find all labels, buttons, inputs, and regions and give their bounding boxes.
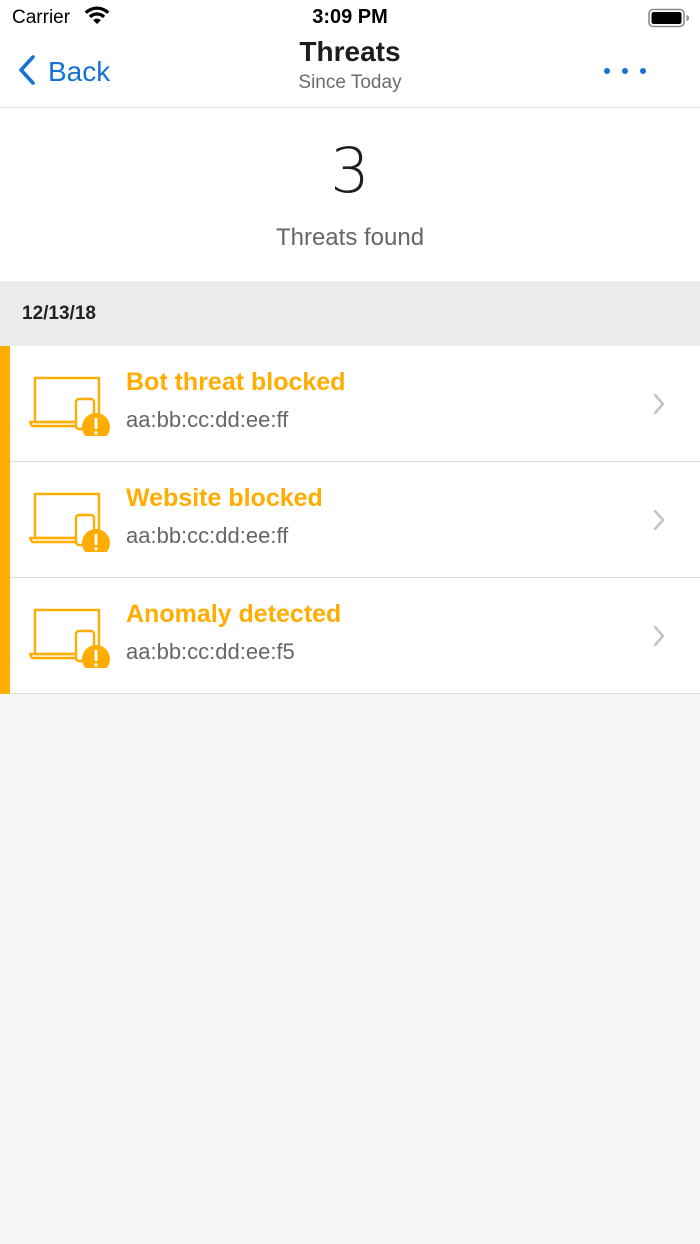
warning-accent-bar [0,578,10,694]
threat-row[interactable]: Bot threat blocked aa:bb:cc:dd:ee:ff [0,346,700,462]
threat-mac-address: aa:bb:cc:dd:ee:ff [126,523,289,548]
status-time: 3:09 PM [312,6,388,28]
threat-count-label: Threats found [275,224,425,251]
dot [604,68,610,74]
threat-title: Website blocked [126,484,323,512]
device-warning-icon [28,492,114,557]
dot [622,68,628,74]
threat-mac-address: aa:bb:cc:dd:ee:f5 [126,639,295,664]
chevron-right-icon [652,508,666,537]
section-date: 12/13/18 [22,303,96,324]
more-dots-icon[interactable] [604,62,646,80]
chevron-right-icon [652,624,666,653]
dot [640,68,646,74]
battery-icon [648,8,690,33]
threat-title: Anomaly detected [126,600,342,628]
status-bar: Carrier 3:09 PM [0,0,700,36]
threat-mac-address: aa:bb:cc:dd:ee:ff [126,407,289,432]
threat-row[interactable]: Website blocked aa:bb:cc:dd:ee:ff [0,462,700,578]
threat-summary: 3 Threats found [0,108,700,281]
chevron-right-icon [652,392,666,421]
warning-accent-bar [0,346,10,462]
page-subtitle: Since Today [298,72,402,93]
device-warning-icon [28,376,114,441]
page-title: Threats [299,36,401,67]
device-warning-icon [28,608,114,673]
threat-list: Bot threat blocked aa:bb:cc:dd:ee:ff Web… [0,346,700,694]
warning-accent-bar [0,462,10,578]
threat-title: Bot threat blocked [126,368,346,396]
section-header: 12/13/18 [0,281,700,346]
navigation-bar: Back Threats Since Today [0,36,700,108]
threat-count: 3 [330,134,370,207]
threat-row[interactable]: Anomaly detected aa:bb:cc:dd:ee:f5 [0,578,700,694]
